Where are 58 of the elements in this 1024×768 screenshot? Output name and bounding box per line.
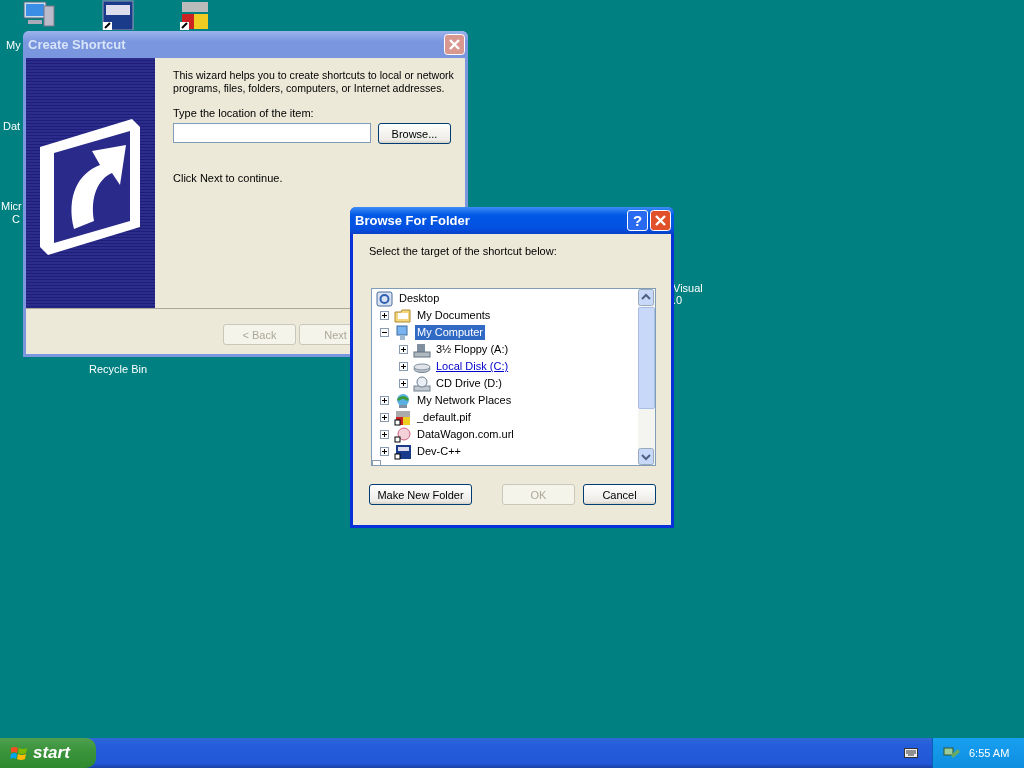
window-title: Create Shortcut: [28, 37, 127, 52]
application-icon: [394, 443, 412, 460]
tree-item[interactable]: _default.pif: [415, 410, 473, 425]
tree-item[interactable]: 3½ Floppy (A:): [434, 342, 511, 357]
desktop-icon-label[interactable]: Micr: [1, 200, 22, 213]
desktop-icon-label[interactable]: My: [6, 39, 21, 52]
program-icon: [394, 409, 412, 426]
expand-toggle-icon[interactable]: [380, 430, 389, 439]
expand-toggle-icon[interactable]: [380, 447, 389, 456]
browse-button[interactable]: Browse...: [378, 123, 451, 144]
expand-toggle-icon[interactable]: [399, 379, 408, 388]
network-icon: [394, 392, 412, 409]
tree-item[interactable]: My Network Places: [415, 393, 514, 408]
expand-toggle-icon[interactable]: [380, 311, 389, 320]
network-icon[interactable]: [943, 745, 961, 761]
desktop-icon-label[interactable]: Dat: [3, 120, 21, 133]
dialog-prompt: Select the target of the shortcut below:: [369, 245, 558, 258]
wizard-description: This wizard helps you to create shortcuts to local or network programs, files, folders, computers, or Internet addresses.: [173, 69, 455, 95]
expand-toggle-icon[interactable]: [399, 345, 408, 354]
expand-toggle-icon[interactable]: [399, 362, 408, 371]
help-button[interactable]: ?: [627, 210, 648, 231]
application-icon[interactable]: [102, 0, 134, 30]
computer-icon[interactable]: [22, 0, 56, 30]
desktop-icon-label[interactable]: .0: [673, 294, 683, 307]
web-shortcut-icon: [394, 426, 412, 443]
desktop-icon-label[interactable]: Recycle Bin: [89, 363, 148, 376]
folder-icon: [394, 307, 412, 324]
location-label: Type the location of the item:: [173, 107, 315, 120]
tree-item[interactable]: Desktop: [397, 291, 442, 306]
window-title: Browse For Folder: [355, 213, 471, 228]
tree-item[interactable]: CD Drive (D:): [434, 376, 504, 391]
clock[interactable]: 6:55 AM: [969, 747, 1010, 759]
application-icon[interactable]: [179, 0, 211, 30]
instruction-text: Click Next to continue.: [173, 172, 284, 184]
tree-item[interactable]: Dev-C++: [415, 444, 464, 459]
dialog-button[interactable]: Make New Folder: [369, 484, 472, 505]
tree-item[interactable]: Local Disk (C:): [434, 359, 511, 374]
expand-toggle-icon[interactable]: [380, 328, 389, 337]
desktop-icon-label[interactable]: Visual: [673, 282, 703, 295]
start-button[interactable]: start: [0, 738, 96, 768]
scroll-up-icon[interactable]: [638, 289, 654, 306]
tree-item[interactable]: DataWagon.com.url: [415, 427, 516, 442]
tree-item[interactable]: My Documents: [415, 308, 493, 323]
scrollbar[interactable]: [638, 289, 655, 465]
location-field[interactable]: [173, 123, 371, 143]
cd-drive-icon: [413, 375, 431, 392]
floppy-drive-icon: [413, 341, 431, 358]
scroll-down-icon[interactable]: [638, 448, 654, 465]
expand-toggle-icon[interactable]: [380, 396, 389, 405]
close-icon[interactable]: [650, 210, 671, 231]
keyboard-icon[interactable]: [904, 748, 918, 758]
windows-flag-icon: [10, 744, 28, 762]
dialog-button[interactable]: Cancel: [583, 484, 656, 505]
desktop-icon-label[interactable]: C: [12, 213, 20, 226]
tree-item[interactable]: My Computer: [415, 325, 486, 340]
scroll-thumb[interactable]: [638, 307, 655, 409]
expand-toggle-icon[interactable]: [380, 413, 389, 422]
desktop-icon: [376, 290, 394, 307]
